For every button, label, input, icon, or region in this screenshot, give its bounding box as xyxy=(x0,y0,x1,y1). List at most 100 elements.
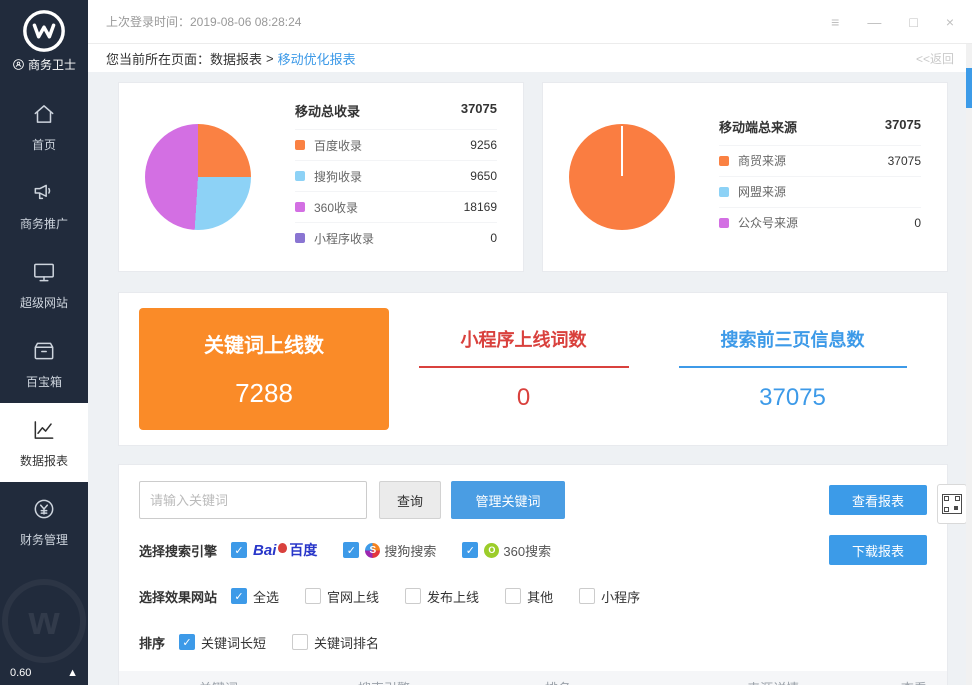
filter-card: 查询 管理关键词 查看报表 选择搜索引擎 Bai 百度 S 搜狗搜索 xyxy=(118,464,948,685)
site-publish-option[interactable]: 发布上线 xyxy=(405,587,479,606)
watermark-logo: w xyxy=(2,579,86,663)
legend-item: 小程序收录 0 xyxy=(295,222,497,253)
sidebar-item-label: 百宝箱 xyxy=(0,373,88,390)
site-other-option[interactable]: 其他 xyxy=(505,587,553,606)
stat-value: 0 xyxy=(389,384,658,412)
view-report-button[interactable]: 查看报表 xyxy=(829,485,927,515)
manage-keywords-button[interactable]: 管理关键词 xyxy=(451,481,565,519)
close-button[interactable]: × xyxy=(946,14,954,30)
app-logo-icon xyxy=(21,8,67,54)
menu-icon[interactable]: ≡ xyxy=(831,14,839,30)
site-other-checkbox[interactable] xyxy=(505,588,521,604)
legend-value: 9650 xyxy=(470,169,497,183)
table-header-engine: 搜索引擎 xyxy=(318,678,450,685)
legend-swatch xyxy=(719,218,729,228)
site-row: 选择效果网站 全选 官网上线 发布上线 其他 xyxy=(139,581,927,611)
brand: 商务卫士 xyxy=(0,56,88,73)
sidebar-item-home[interactable]: 首页 xyxy=(0,87,88,166)
keyword-input[interactable] xyxy=(139,481,367,519)
mobile-index-legend: 移动总收录 37075 百度收录 9256 搜狗收录 9650 xyxy=(295,101,497,253)
brand-badge-icon xyxy=(12,58,25,71)
monitor-icon xyxy=(31,259,57,285)
sort-rank-option[interactable]: 关键词排名 xyxy=(292,633,379,652)
sort-rank-checkbox[interactable] xyxy=(292,634,308,650)
site-row-label: 选择效果网站 xyxy=(139,587,217,606)
search-row: 查询 管理关键词 查看报表 xyxy=(139,481,927,519)
mobile-source-legend: 移动端总来源 37075 商贸来源 37075 网盟来源 xyxy=(719,117,921,238)
sidebar: 商务卫士 首页 商务推广 超级网站 百宝箱 数据报表 财务管理 w 0.60 ▲ xyxy=(0,0,88,685)
baidu-logo: Bai xyxy=(253,542,276,559)
stat-value: 7288 xyxy=(235,378,293,409)
scrollbar-thumb[interactable] xyxy=(966,68,972,108)
legend-swatch xyxy=(295,233,305,243)
last-login-text: 上次登录时间：2019-08-06 08:28:24 xyxy=(106,13,301,30)
sidebar-item-label: 财务管理 xyxy=(0,531,88,548)
site-miniprogram-option[interactable]: 小程序 xyxy=(579,587,640,606)
legend-item: 商贸来源 37075 xyxy=(719,145,921,176)
site-official-checkbox[interactable] xyxy=(305,588,321,604)
legend-item: 360收录 18169 xyxy=(295,191,497,222)
back-link[interactable]: <<返回 xyxy=(916,50,954,67)
sidebar-item-label: 商务推广 xyxy=(0,215,88,232)
so360-checkbox[interactable] xyxy=(462,542,478,558)
minimize-button[interactable]: — xyxy=(867,14,881,30)
legend-value: 18169 xyxy=(464,200,497,214)
mobile-source-chart-card: 移动端总来源 37075 商贸来源 37075 网盟来源 xyxy=(542,82,948,272)
legend-label: 小程序收录 xyxy=(314,230,374,247)
legend-item: 网盟来源 xyxy=(719,176,921,207)
legend-value: 0 xyxy=(914,216,921,230)
sidebar-item-finance[interactable]: 财务管理 xyxy=(0,482,88,561)
sidebar-item-data-reports[interactable]: 数据报表 xyxy=(0,403,88,482)
breadcrumb-section[interactable]: 数据报表 xyxy=(210,49,262,68)
legend-value: 9256 xyxy=(470,138,497,152)
table-header-keyword: 关键词 xyxy=(119,678,318,685)
megaphone-icon xyxy=(31,180,57,206)
site-miniprogram-checkbox[interactable] xyxy=(579,588,595,604)
sort-row: 排序 关键词长短 关键词排名 xyxy=(139,627,927,657)
floating-qr-widget[interactable] xyxy=(937,484,967,524)
baidu-checkbox[interactable] xyxy=(231,542,247,558)
sogou-checkbox[interactable] xyxy=(343,542,359,558)
app-name: 商务卫士 xyxy=(28,56,76,73)
site-all-checkbox[interactable] xyxy=(231,588,247,604)
top3-pages-stat: 搜索前三页信息数 37075 xyxy=(658,326,927,412)
qr-code-icon xyxy=(942,494,962,514)
table-header-view: 查看 xyxy=(881,678,947,685)
download-report-button[interactable]: 下载报表 xyxy=(829,535,927,565)
main-area: 上次登录时间：2019-08-06 08:28:24 ≡ — □ × 您当前所在… xyxy=(88,0,972,685)
sidebar-item-toolbox[interactable]: 百宝箱 xyxy=(0,324,88,403)
breadcrumb-prefix: 您当前所在页面： xyxy=(106,49,210,68)
site-all-option[interactable]: 全选 xyxy=(231,587,279,606)
site-official-option[interactable]: 官网上线 xyxy=(305,587,379,606)
table-header-rank: 排名 xyxy=(450,678,665,685)
table-header-source: 来源详情 xyxy=(665,678,880,685)
sort-length-checkbox[interactable] xyxy=(179,634,195,650)
sort-length-option[interactable]: 关键词长短 xyxy=(179,633,266,652)
collapse-up-icon[interactable]: ▲ xyxy=(67,667,78,679)
sidebar-item-promotion[interactable]: 商务推广 xyxy=(0,166,88,245)
legend-swatch xyxy=(719,156,729,166)
legend-label: 百度收录 xyxy=(314,137,362,154)
breadcrumb-separator: > xyxy=(266,51,274,66)
engine-baidu-option[interactable]: Bai 百度 xyxy=(231,540,317,560)
legend-swatch xyxy=(719,187,729,197)
sort-row-label: 排序 xyxy=(139,633,165,652)
home-icon xyxy=(31,101,57,127)
legend-swatch xyxy=(295,171,305,181)
mobile-index-pie-chart xyxy=(145,124,251,230)
page-scrollbar xyxy=(966,44,972,685)
breadcrumb: 您当前所在页面： 数据报表 > 移动优化报表 <<返回 xyxy=(88,44,972,72)
engine-row: 选择搜索引擎 Bai 百度 S 搜狗搜索 O 360搜索 下载报表 xyxy=(139,535,927,565)
stat-value: 37075 xyxy=(658,384,927,412)
sidebar-item-super-site[interactable]: 超级网站 xyxy=(0,245,88,324)
engine-360-option[interactable]: O 360搜索 xyxy=(462,541,551,560)
sidebar-item-label: 首页 xyxy=(0,136,88,153)
engine-sogou-option[interactable]: S 搜狗搜索 xyxy=(343,541,436,560)
mobile-index-chart-card: 移动总收录 37075 百度收录 9256 搜狗收录 9650 xyxy=(118,82,524,272)
maximize-button[interactable]: □ xyxy=(909,14,917,30)
legend-label: 商贸来源 xyxy=(738,152,786,169)
table-header: 关键词 搜索引擎 排名 来源详情 查看 xyxy=(119,671,947,685)
query-button[interactable]: 查询 xyxy=(379,481,441,519)
site-publish-checkbox[interactable] xyxy=(405,588,421,604)
legend-label: 公众号来源 xyxy=(738,214,798,231)
